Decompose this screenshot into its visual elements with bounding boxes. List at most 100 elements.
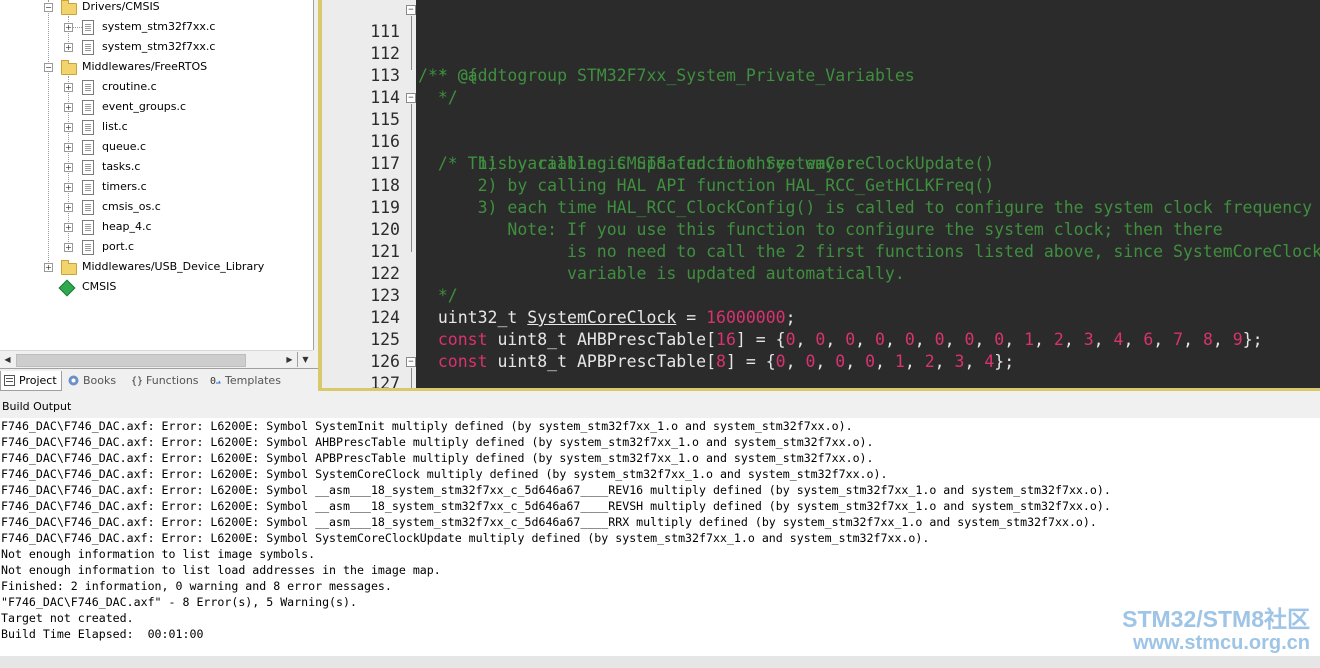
output-line: Finished: 2 information, 0 warning and 8… xyxy=(1,579,392,593)
output-line: F746_DAC\F746_DAC.axf: Error: L6200E: Sy… xyxy=(1,467,888,481)
expand-icon[interactable]: + xyxy=(64,163,73,172)
tree-file-port[interactable]: + port.c xyxy=(0,237,313,257)
output-line: Target not created. xyxy=(1,611,134,625)
tree-file-cmsis-os[interactable]: + cmsis_os.c xyxy=(0,197,313,217)
tree-file-queue[interactable]: + queue.c xyxy=(0,137,313,157)
file-icon xyxy=(82,80,94,95)
scroll-left-icon[interactable]: ◀ xyxy=(0,352,15,367)
code-line: 126 xyxy=(322,329,1320,371)
scrollbar-thumb[interactable] xyxy=(16,354,246,367)
templates-icon: 0 xyxy=(210,376,221,386)
tree-file-heap-4[interactable]: + heap_4.c xyxy=(0,217,313,237)
tree-item-label: croutine.c xyxy=(102,80,157,93)
tab-functions[interactable]: {} Functions xyxy=(128,371,216,390)
watermark-title: STM32/STM8社区 xyxy=(1122,606,1310,632)
file-icon xyxy=(82,100,94,115)
tree-folder-drivers-cmsis[interactable]: − Drivers/CMSIS xyxy=(0,0,313,17)
tree-folder-usb-device-library[interactable]: + Middlewares/USB_Device_Library xyxy=(0,257,313,277)
file-icon xyxy=(82,160,94,175)
expand-icon[interactable]: + xyxy=(64,123,73,132)
books-icon xyxy=(68,375,79,386)
folder-open-icon xyxy=(61,0,77,15)
code-line: 122 */ xyxy=(322,241,1320,305)
tree-file-system-stm32f7xx-2[interactable]: + system_stm32f7xx.c xyxy=(0,37,313,57)
expand-icon[interactable]: + xyxy=(64,23,73,32)
output-line: F746_DAC\F746_DAC.axf: Error: L6200E: Sy… xyxy=(1,515,1097,529)
output-line: F746_DAC\F746_DAC.axf: Error: L6200E: Sy… xyxy=(1,531,930,545)
tree-item-label: Middlewares/FreeRTOS xyxy=(82,60,208,73)
svg-text:0: 0 xyxy=(210,376,216,386)
output-line: "F746_DAC\F746_DAC.axf" - 8 Error(s), 5 … xyxy=(1,595,357,609)
code-line: 120 is no need to call the 2 first funct… xyxy=(322,197,1320,261)
expand-icon[interactable]: + xyxy=(64,243,73,252)
output-line: Build Time Elapsed: 00:01:00 xyxy=(1,627,204,641)
tree-item-label: system_stm32f7xx.c xyxy=(102,20,216,33)
tree-item-label: port.c xyxy=(102,240,135,253)
tree-file-system-stm32f7xx-1[interactable]: + system_stm32f7xx.c xyxy=(0,17,313,37)
fold-collapse-icon[interactable]: − xyxy=(406,93,416,103)
watermark: STM32/STM8社区 www.stmcu.org.cn xyxy=(1122,606,1310,654)
output-line: Not enough information to list load addr… xyxy=(1,563,441,577)
tab-templates[interactable]: 0 Templates xyxy=(207,371,297,390)
tree-folder-freertos[interactable]: − Middlewares/FreeRTOS xyxy=(0,57,313,77)
tree-item-label: Drivers/CMSIS xyxy=(82,0,160,13)
code-line: 116 1) by calling CMSIS function SystemC… xyxy=(322,109,1320,173)
code-line: 118 3) each time HAL_RCC_ClockConfig() i… xyxy=(322,153,1320,217)
code-editor[interactable]: 111 − /** @addtogroup STM32F7xx_System_P… xyxy=(322,0,1320,388)
tree-item-label: heap_4.c xyxy=(102,220,152,233)
file-icon xyxy=(82,240,94,255)
code-line: 119 Note: If you use this function to co… xyxy=(322,175,1320,239)
collapse-icon[interactable]: − xyxy=(44,3,53,12)
scroll-down-icon[interactable]: ▼ xyxy=(297,352,313,367)
code-line: 128 * @} xyxy=(322,373,1320,388)
expand-icon[interactable]: + xyxy=(64,143,73,152)
tree-file-event-groups[interactable]: + event_groups.c xyxy=(0,97,313,117)
code-line: 125 const uint8_t APBPrescTable[8] = {0,… xyxy=(322,307,1320,371)
tree-file-tasks[interactable]: + tasks.c xyxy=(0,157,313,177)
tree-item-label: system_stm32f7xx.c xyxy=(102,40,216,53)
tree-horizontal-scrollbar[interactable]: ◀ ▶ ▼ xyxy=(0,350,313,368)
watermark-url: www.stmcu.org.cn xyxy=(1132,632,1310,654)
expand-icon[interactable]: + xyxy=(64,223,73,232)
tree-file-timers[interactable]: + timers.c xyxy=(0,177,313,197)
output-line: F746_DAC\F746_DAC.axf: Error: L6200E: Sy… xyxy=(1,435,874,449)
output-line: F746_DAC\F746_DAC.axf: Error: L6200E: Sy… xyxy=(1,451,874,465)
tree-item-label: event_groups.c xyxy=(102,100,187,113)
tab-label: Functions xyxy=(146,374,199,387)
tab-label: Books xyxy=(83,374,117,387)
expand-icon[interactable]: + xyxy=(64,183,73,192)
tree-item-label: timers.c xyxy=(102,180,147,193)
expand-icon[interactable]: + xyxy=(64,43,73,52)
expand-icon[interactable]: + xyxy=(64,103,73,112)
folder-icon xyxy=(61,260,77,275)
scroll-right-icon[interactable]: ▶ xyxy=(282,352,297,367)
expand-icon[interactable]: + xyxy=(44,263,53,272)
tree-file-croutine[interactable]: + croutine.c xyxy=(0,77,313,97)
collapse-icon[interactable]: − xyxy=(44,63,53,72)
fold-collapse-icon[interactable]: − xyxy=(406,5,416,15)
expand-icon[interactable]: + xyxy=(64,83,73,92)
code-line: 114 xyxy=(322,65,1320,107)
status-bar xyxy=(0,656,1320,668)
tree-component-cmsis[interactable]: CMSIS xyxy=(0,277,313,297)
tab-label: Project xyxy=(19,374,57,387)
build-output-title: Build Output xyxy=(0,398,1320,416)
fold-collapse-icon[interactable]: − xyxy=(406,357,416,367)
tree-item-label: queue.c xyxy=(102,140,147,153)
output-line: F746_DAC\F746_DAC.axf: Error: L6200E: Sy… xyxy=(1,483,1111,497)
tree-item-label: Middlewares/USB_Device_Library xyxy=(82,260,265,273)
tab-project[interactable]: Project xyxy=(0,371,62,391)
file-icon xyxy=(82,140,94,155)
code-line: 117 2) by calling HAL API function HAL_R… xyxy=(322,131,1320,195)
folder-open-icon xyxy=(61,60,77,75)
output-line: F746_DAC\F746_DAC.axf: Error: L6200E: Sy… xyxy=(1,499,1111,513)
file-icon xyxy=(82,40,94,55)
project-panel-tabs: Project Books {} Functions 0 Templates xyxy=(0,368,318,393)
tree-file-list[interactable]: + list.c xyxy=(0,117,313,137)
output-line: F746_DAC\F746_DAC.axf: Error: L6200E: Sy… xyxy=(1,419,853,433)
expand-icon[interactable]: + xyxy=(64,203,73,212)
tab-books[interactable]: Books xyxy=(65,371,135,390)
file-icon xyxy=(82,200,94,215)
tree-item-label: list.c xyxy=(102,120,128,133)
code-line: 123 uint32_t SystemCoreClock = 16000000; xyxy=(322,263,1320,327)
